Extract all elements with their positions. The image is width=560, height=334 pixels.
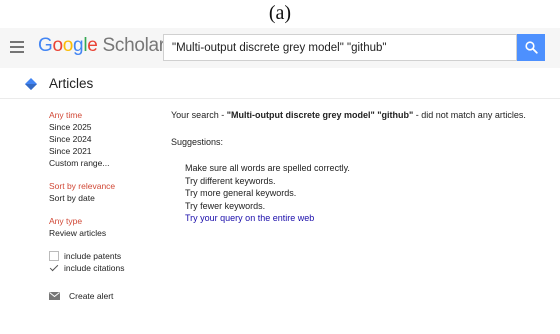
- hamburger-menu-icon[interactable]: [10, 41, 24, 53]
- no-results-message: Your search - "Multi-output discrete gre…: [171, 110, 526, 120]
- articles-diamond-icon: [25, 78, 37, 90]
- create-alert-button[interactable]: Create alert: [49, 291, 159, 301]
- suggestion-list: Make sure all words are spelled correctl…: [171, 162, 556, 225]
- sort-group: Sort by relevance Sort by date: [49, 180, 159, 204]
- suggestion-item: Try different keywords.: [185, 175, 276, 186]
- articles-label: Articles: [49, 76, 94, 91]
- top-header: Google Scholar: [0, 28, 560, 68]
- main-content: Your search - "Multi-output discrete gre…: [171, 109, 556, 225]
- include-patents-checkbox[interactable]: [49, 251, 59, 261]
- time-filter-group: Any time Since 2025 Since 2024 Since 202…: [49, 109, 159, 169]
- search-web-link[interactable]: Try your query on the entire web: [185, 212, 556, 225]
- create-alert-label: Create alert: [69, 291, 114, 301]
- filter-any-time[interactable]: Any time: [49, 109, 159, 121]
- sort-by-relevance[interactable]: Sort by relevance: [49, 180, 159, 192]
- search-button[interactable]: [517, 34, 545, 61]
- suggestion-item: Try more general keywords.: [185, 188, 297, 198]
- sort-by-date[interactable]: Sort by date: [49, 192, 159, 204]
- filter-since-2024[interactable]: Since 2024: [49, 133, 159, 145]
- sidebar: Any time Since 2025 Since 2024 Since 202…: [49, 109, 159, 301]
- include-patents-option[interactable]: include patents: [49, 250, 159, 262]
- subheader: Articles: [0, 68, 560, 99]
- suggestions-title: Suggestions:: [171, 137, 224, 147]
- filter-custom-range[interactable]: Custom range...: [49, 157, 159, 169]
- include-citations-label: include citations: [64, 263, 125, 273]
- filter-review-articles[interactable]: Review articles: [49, 227, 159, 239]
- include-patents-label: include patents: [64, 251, 122, 261]
- suggestion-item: Try fewer keywords.: [185, 200, 266, 211]
- google-scholar-logo[interactable]: Google Scholar: [38, 35, 165, 57]
- include-citations-option[interactable]: include citations: [49, 262, 159, 274]
- filter-since-2025[interactable]: Since 2025: [49, 121, 159, 133]
- search-input[interactable]: [164, 35, 516, 60]
- filter-any-type[interactable]: Any type: [49, 215, 159, 227]
- filter-since-2021[interactable]: Since 2021: [49, 145, 159, 157]
- query-text: "Multi-output discrete grey model" "gith…: [226, 110, 414, 120]
- suggestion-item: Make sure all words are spelled correctl…: [185, 163, 350, 173]
- figure-caption: (a): [268, 2, 292, 24]
- include-citations-checkbox[interactable]: [49, 263, 59, 273]
- envelope-icon: [49, 292, 60, 300]
- search-box: [163, 34, 517, 61]
- type-filter-group: Any type Review articles: [49, 215, 159, 239]
- search-icon: [525, 41, 538, 54]
